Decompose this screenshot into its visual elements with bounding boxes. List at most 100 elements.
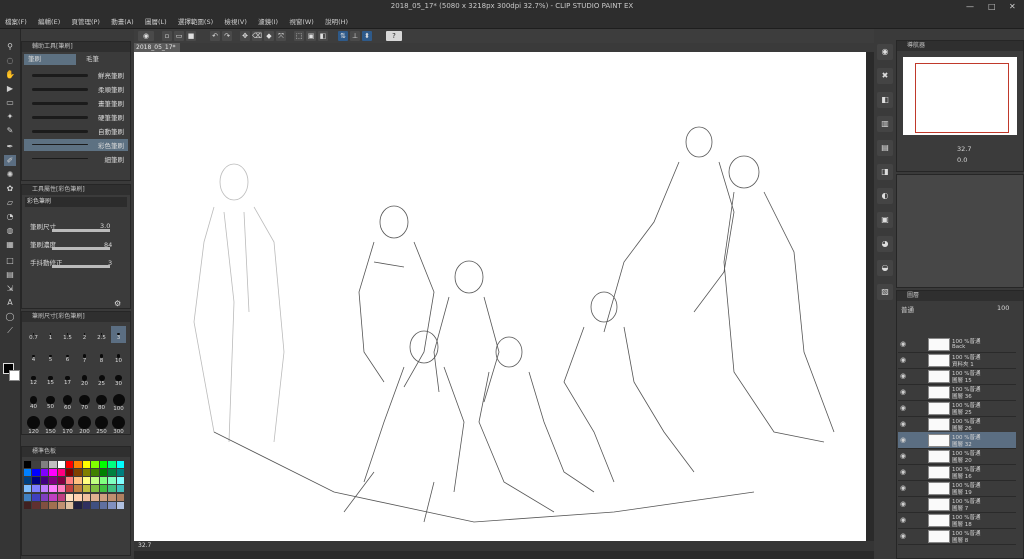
color-swatch[interactable] <box>74 477 82 485</box>
color-swatch[interactable] <box>49 477 57 485</box>
color-swatch[interactable] <box>40 477 49 485</box>
color-swatch[interactable] <box>66 477 74 485</box>
brush-size-cell[interactable]: 17 <box>60 370 75 387</box>
eye-icon[interactable]: ◉ <box>900 340 908 348</box>
layer-row[interactable]: ◉ 100 %普通 圖層 20 <box>898 448 1016 465</box>
color-swatch[interactable] <box>66 485 74 493</box>
sub-color-swatch[interactable] <box>9 370 20 381</box>
minimize-button[interactable]: — <box>966 2 974 11</box>
color-swatch[interactable] <box>99 493 108 501</box>
color-swatch[interactable] <box>24 477 32 485</box>
layer-property-icon[interactable]: ◧ <box>877 92 893 108</box>
marquee-tool-icon[interactable]: ▭ <box>4 97 16 108</box>
color-swatch[interactable] <box>82 485 91 493</box>
brush-tool-icon[interactable]: ✐ <box>4 155 16 166</box>
color-swatch[interactable] <box>32 501 40 509</box>
history-icon[interactable]: ◐ <box>877 188 893 204</box>
menu-help[interactable]: 說明(H) <box>320 15 352 26</box>
navigator-preview[interactable] <box>903 57 1017 135</box>
color-swatch[interactable] <box>66 469 74 477</box>
brush-size-cell[interactable]: 40 <box>26 392 41 410</box>
color-swatch[interactable] <box>32 485 40 493</box>
color-swatch[interactable] <box>57 485 66 493</box>
brush-size-cell[interactable]: 25 <box>94 370 109 387</box>
vertical-scrollbar[interactable] <box>866 52 874 541</box>
brush-size-cell[interactable]: 1.5 <box>60 326 75 343</box>
select-tool-icon[interactable]: ▶ <box>4 83 16 94</box>
layer-row[interactable]: ◉ 100 %普通 圖層 16 <box>898 464 1016 481</box>
invert-selection-icon[interactable]: ▣ <box>306 31 316 41</box>
color-swatch[interactable] <box>57 501 66 509</box>
navigator-view-frame[interactable] <box>915 63 1009 133</box>
color-swatch[interactable] <box>116 469 124 477</box>
layer-tab[interactable]: 圖層 <box>897 291 1023 301</box>
brush-size-cell[interactable]: 5 <box>43 348 58 365</box>
brush-size-cell[interactable]: 10 <box>111 348 126 365</box>
correct-line-tool-icon[interactable]: ⟋ <box>4 325 16 336</box>
color-swatch[interactable] <box>24 501 32 509</box>
color-swatch[interactable] <box>49 501 57 509</box>
brush-size-cell[interactable]: 20 <box>77 370 92 387</box>
color-swatch[interactable] <box>108 501 116 509</box>
text-tool-icon[interactable]: A <box>4 297 16 308</box>
decoration-tool-icon[interactable]: ✿ <box>4 183 16 194</box>
menu-file[interactable]: 檔案(F) <box>0 15 31 26</box>
menu-layer[interactable]: 圖層(L) <box>140 15 171 26</box>
undo-icon[interactable]: ↶ <box>210 31 220 41</box>
brush-item-4[interactable]: 硬筆筆刷 <box>24 111 128 123</box>
brush-item-1[interactable]: 鮮亮筆刷 <box>24 69 128 81</box>
color-swatch[interactable] <box>91 485 99 493</box>
horizontal-scrollbar[interactable] <box>134 551 874 559</box>
transform-icon[interactable]: ✥ <box>240 31 250 41</box>
menu-view[interactable]: 檢視(V) <box>219 15 251 26</box>
menu-page[interactable]: 頁管理(P) <box>66 15 104 26</box>
clear-icon[interactable]: ⌫ <box>252 31 262 41</box>
color-swatch[interactable] <box>32 477 40 485</box>
eye-icon[interactable]: ◉ <box>900 372 908 380</box>
eye-icon[interactable]: ◉ <box>900 452 908 460</box>
color-swatch[interactable] <box>82 469 91 477</box>
color-swatch[interactable] <box>74 493 82 501</box>
brush-size-cell[interactable]: 120 <box>26 414 41 435</box>
layer-row[interactable]: ◉ 100 %普通 圖層 25 <box>898 400 1016 417</box>
color-swatch[interactable] <box>108 461 116 468</box>
color-swatch[interactable] <box>49 469 57 477</box>
color-swatch[interactable] <box>40 461 49 468</box>
color-swatch[interactable] <box>91 469 99 477</box>
navigator-rotate-value[interactable]: 0.0 <box>957 156 967 164</box>
brush-size-cell[interactable]: 4 <box>26 348 41 365</box>
item-bank-icon[interactable]: ▤ <box>877 140 893 156</box>
color-swatch[interactable] <box>91 477 99 485</box>
color-swatch[interactable] <box>108 493 116 501</box>
new-file-icon[interactable]: ▫ <box>162 31 172 41</box>
lasso-tool-icon[interactable]: ◌ <box>4 55 16 66</box>
color-swatch[interactable] <box>116 501 124 509</box>
pen-tool-icon[interactable]: ✒ <box>4 141 16 152</box>
color-swatch[interactable] <box>74 501 82 509</box>
color-swatch[interactable] <box>91 501 99 509</box>
color-swatch[interactable] <box>49 485 57 493</box>
brush-size-cell[interactable]: 300 <box>111 414 126 435</box>
eye-icon[interactable]: ◉ <box>900 420 908 428</box>
layer-row[interactable]: ◉ 100 %普通 圖層 26 <box>898 416 1016 433</box>
color-swatch[interactable] <box>108 469 116 477</box>
blend-tool-icon[interactable]: ◔ <box>4 211 16 222</box>
color-swatch[interactable] <box>66 501 74 509</box>
brush-size-cell[interactable]: 2.5 <box>94 326 109 343</box>
brush-size-cell[interactable]: 150 <box>43 414 58 435</box>
brush-size-cell[interactable]: 70 <box>77 392 92 411</box>
color-swatch[interactable] <box>40 469 49 477</box>
color-swatch[interactable] <box>24 469 32 477</box>
expand-icon[interactable]: ⤧ <box>276 31 286 41</box>
brush-item-3[interactable]: 畫筆筆刷 <box>24 97 128 109</box>
layer-row[interactable]: ◉ 100 %普通 圖層 7 <box>898 496 1016 513</box>
eye-icon[interactable]: ◉ <box>900 388 908 396</box>
brush-item-7[interactable]: 細筆刷 <box>24 153 128 165</box>
brush-name-field[interactable]: 彩色筆刷 <box>25 197 127 207</box>
clip-studio-icon[interactable]: ◉ <box>138 31 154 41</box>
navigator-icon[interactable]: ◉ <box>877 44 893 60</box>
eye-icon[interactable]: ◉ <box>900 484 908 492</box>
color-swatch[interactable] <box>32 493 40 501</box>
color-swatch[interactable] <box>116 461 124 468</box>
color-swatch[interactable] <box>116 485 124 493</box>
